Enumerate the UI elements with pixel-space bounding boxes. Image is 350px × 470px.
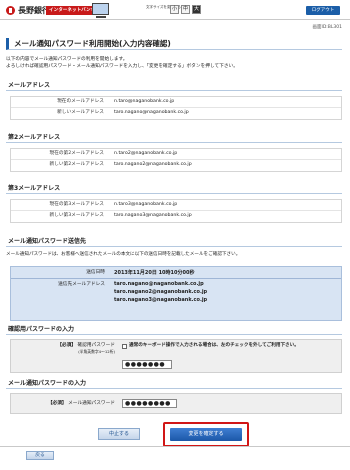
screen-id: 画面ID:BL301 — [312, 25, 343, 30]
required-mark: 【必須】 — [47, 401, 67, 406]
table-row: 現在の第2メールアドレス n.taro2@naganobank.co.jp — [11, 149, 341, 160]
confirm-pw-label: 確認用パスワード — [77, 343, 115, 348]
section-title-email3: 第3メールアドレス — [6, 185, 342, 194]
dest-email-2: taro.nagano2@naganobank.co.jp — [114, 289, 208, 295]
current-email2-label: 現在の第2メールアドレス — [49, 151, 104, 156]
section-title-confirm-pw: 確認用パスワードの入力 — [6, 326, 342, 335]
dest-email-label: 送信先メールアドレス — [58, 282, 105, 287]
notify-info-box: 送信日時 2013年11月20日 10時10分00秒 送信先メールアドレス ta… — [10, 266, 342, 321]
mail-pw-label-group: 【必須】 メール通知パスワード — [15, 401, 115, 407]
mail-pw-panel: 【必須】 メール通知パスワード ●●●●●●●● — [10, 393, 342, 414]
divider — [11, 278, 341, 279]
email3-table: 現在の第3メールアドレス n.taro3@naganobank.co.jp 新し… — [10, 199, 342, 223]
page-header: 長野銀行 インターネットバンキング 文字サイズを変更する 小 中 大 ログアウト — [0, 0, 350, 20]
new-email-value: taro.nagano@naganobank.co.jp — [114, 110, 189, 115]
sent-time-value: 2013年11月20日 10時10分00秒 — [114, 270, 195, 276]
current-email-value: n.taro@naganobank.co.jp — [114, 99, 175, 104]
table-row: 現在の第3メールアドレス n.taro3@naganobank.co.jp — [11, 200, 341, 211]
dest-email-1: taro.nagano@naganobank.co.jp — [114, 281, 204, 287]
dest-email-list: taro.nagano@naganobank.co.jp taro.nagano… — [111, 280, 341, 304]
mail-password-input[interactable]: ●●●●●●●● — [122, 399, 177, 408]
table-row: 新しいメールアドレス taro.nagano@naganobank.co.jp — [11, 108, 341, 119]
sent-time-label: 送信日時 — [86, 270, 105, 275]
confirm-change-button[interactable]: 変更を確定する — [170, 428, 242, 441]
notify-note: メール通知パスワードは、お客様へ送信されたメールの本文に以下の送信日時を記載した… — [6, 252, 241, 257]
current-email3-label: 現在の第3メールアドレス — [49, 202, 104, 207]
table-row: 新しい第2メールアドレス taro.nagano2@naganobank.co.… — [11, 160, 341, 171]
new-email2-value: taro.nagano2@naganobank.co.jp — [114, 162, 192, 167]
keyboard-checkbox[interactable] — [122, 344, 127, 349]
table-row: 新しい第3メールアドレス taro.nagano3@naganobank.co.… — [11, 211, 341, 222]
new-email3-value: taro.nagano3@naganobank.co.jp — [114, 213, 192, 218]
confirm-pw-label-group: 【必須】 確認用パスワード (半角英数字4～12桁) — [15, 343, 115, 355]
email-table: 現在のメールアドレス n.taro@naganobank.co.jp 新しいメー… — [10, 96, 342, 120]
new-email3-label: 新しい第3メールアドレス — [49, 213, 104, 218]
logout-button[interactable]: ログアウト — [306, 6, 340, 15]
font-size-large-button[interactable]: 大 — [192, 5, 201, 14]
intro-line-1: 以下の内容でメール通知パスワードの利用を開始します。 — [6, 57, 128, 62]
keyboard-checkbox-label: 通常のキーボード操作で入力される場合は、左のチェックを外してご利用下さい。 — [129, 343, 299, 348]
section-title-mail-pw: メール通知パスワードの入力 — [6, 380, 342, 389]
confirm-highlight: 変更を確定する — [163, 422, 249, 447]
bank-logo-mark-icon — [6, 6, 15, 15]
stop-button[interactable]: 中止する — [98, 428, 140, 440]
new-email2-label: 新しい第2メールアドレス — [49, 162, 104, 167]
current-email3-value: n.taro3@naganobank.co.jp — [114, 202, 178, 207]
page-title: メール通知パスワード利用開始(入力内容確認) — [6, 38, 342, 50]
sent-time-row: 送信日時 2013年11月20日 10時10分00秒 — [11, 268, 341, 278]
intro-line-2: よろしければ確認用パスワード・メール通知パスワードを入力し、「変更を確定する」ボ… — [6, 64, 238, 69]
section-title-email2: 第2メールアドレス — [6, 134, 342, 143]
new-email-label: 新しいメールアドレス — [57, 110, 104, 115]
table-row: 現在のメールアドレス n.taro@naganobank.co.jp — [11, 97, 341, 108]
email2-table: 現在の第2メールアドレス n.taro2@naganobank.co.jp 新し… — [10, 148, 342, 172]
confirm-pw-panel: 【必須】 確認用パスワード (半角英数字4～12桁) 通常のキーボード操作で入力… — [10, 339, 342, 373]
current-email2-value: n.taro2@naganobank.co.jp — [114, 151, 178, 156]
footer-divider — [0, 446, 350, 447]
bank-logo[interactable]: 長野銀行 — [6, 5, 50, 16]
font-size-small-button[interactable]: 小 — [170, 5, 179, 14]
confirm-pw-sublabel: (半角英数字4～12桁) — [78, 349, 115, 354]
section-title-notify: メール通知パスワード送信先 — [6, 238, 342, 247]
dest-row: 送信先メールアドレス taro.nagano@naganobank.co.jp … — [11, 280, 341, 304]
confirm-password-input[interactable]: ●●●●●●● — [122, 360, 172, 369]
computer-icon — [92, 3, 109, 18]
intro-text: 以下の内容でメール通知パスワードの利用を開始します。 よろしければ確認用パスワー… — [6, 56, 342, 70]
required-mark: 【必須】 — [57, 343, 76, 348]
section-title-email: メールアドレス — [6, 82, 342, 91]
current-email-label: 現在のメールアドレス — [57, 99, 104, 104]
font-size-medium-button[interactable]: 中 — [181, 5, 190, 14]
back-button[interactable]: 戻る — [26, 451, 54, 460]
mail-pw-label: メール通知パスワード — [68, 401, 115, 406]
dest-email-3: taro.nagano3@naganobank.co.jp — [114, 297, 208, 303]
